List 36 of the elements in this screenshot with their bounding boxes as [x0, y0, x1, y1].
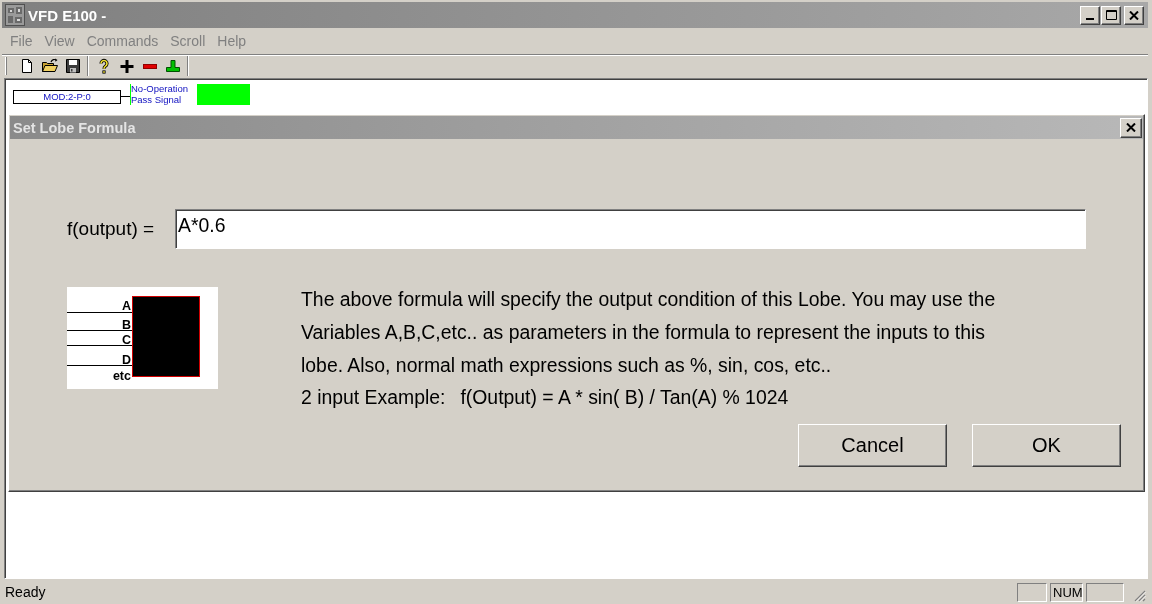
maximize-button[interactable] — [1101, 5, 1121, 25]
formula-field[interactable]: A*0.6 — [175, 209, 1086, 249]
dialog-button[interactable]: OK — [972, 424, 1121, 467]
status-indicator: NUM — [1050, 582, 1083, 602]
close-icon — [1129, 10, 1139, 20]
plus-icon[interactable] — [118, 58, 135, 74]
minimize-icon — [1086, 17, 1094, 20]
input-label: C — [121, 332, 131, 347]
save-icon[interactable] — [64, 58, 81, 74]
input-label: etc — [112, 369, 131, 383]
description-text: The above formula will specify the output condition of this Lobe. You may use the Variables A,B,C,etc.. as parameters in the formula to represent the inputs to this lobe. Also, normal math expressions such as %, sin, cos, etc.. — [301, 287, 997, 378]
connector-line — [121, 96, 130, 97]
node-text: No-Operation — [131, 84, 197, 95]
module-node: MOD:2-P:0 — [13, 90, 121, 104]
window-title: VFD E100 - — [28, 6, 107, 24]
formula-label: f(output) = — [67, 218, 156, 240]
app-icon — [5, 4, 25, 26]
open-folder-icon[interactable] — [41, 58, 58, 74]
dialog-button[interactable]: Cancel — [798, 424, 947, 467]
input-label: D — [121, 352, 131, 367]
minimize-button[interactable] — [1080, 5, 1100, 25]
close-icon — [1126, 123, 1136, 132]
dialog-title: Set Lobe Formula — [13, 119, 136, 136]
status-text: Ready — [5, 584, 46, 600]
example-label: 2 input Example: — [301, 385, 446, 410]
close-button[interactable] — [1124, 5, 1144, 25]
inverted-t-icon[interactable] — [164, 58, 181, 74]
node-text: Pass Signal — [131, 94, 197, 105]
status-panel — [1017, 582, 1047, 602]
input-label: A — [121, 299, 131, 313]
status-panel — [1086, 582, 1124, 602]
input-label: B — [121, 317, 131, 332]
example-formula: f(Output) = A * sin( B) / Tan(A) % 1024 — [460, 385, 789, 410]
maximize-icon — [1105, 10, 1117, 20]
close-button[interactable] — [1120, 117, 1142, 138]
resize-grip-icon — [1134, 590, 1146, 602]
